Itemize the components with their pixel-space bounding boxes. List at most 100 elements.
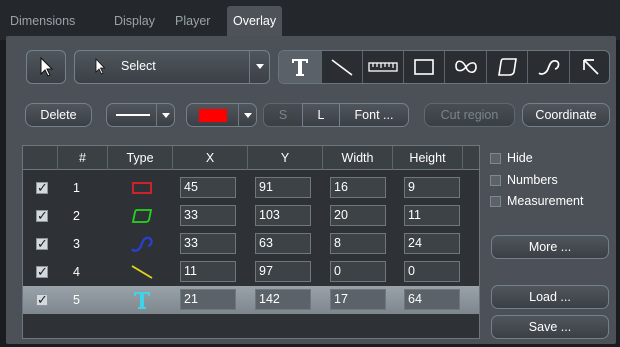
- color-dropdown[interactable]: [186, 103, 257, 127]
- header-checkbox-col: [23, 146, 58, 170]
- line-icon: [125, 261, 159, 283]
- height-field[interactable]: 9: [404, 177, 460, 198]
- rectangle-icon: [125, 177, 159, 199]
- width-field[interactable]: 0: [330, 261, 386, 282]
- header-width[interactable]: Width: [323, 146, 393, 170]
- measurement-label: Measurement: [507, 194, 584, 208]
- header-number[interactable]: #: [58, 146, 108, 170]
- ruler-tool-button[interactable]: [363, 51, 404, 83]
- save-button[interactable]: Save ...: [491, 315, 609, 339]
- header-height[interactable]: Height: [393, 146, 463, 170]
- numbers-checkbox[interactable]: [490, 175, 501, 186]
- arrow-tool-button[interactable]: [570, 51, 611, 83]
- open-curve-tool-icon: [537, 59, 559, 75]
- row-visible-checkbox[interactable]: [36, 236, 48, 252]
- rectangle-tool-button[interactable]: [404, 51, 445, 83]
- tab-player[interactable]: Player: [169, 6, 216, 36]
- line-style-preview: [116, 114, 150, 116]
- delete-button[interactable]: Delete: [25, 103, 92, 127]
- more-button[interactable]: More ...: [491, 235, 609, 259]
- color-swatch: [199, 109, 227, 122]
- row-visible-checkbox[interactable]: [36, 292, 48, 308]
- width-field[interactable]: 16: [330, 177, 386, 198]
- closed-curve-tool-icon: [454, 60, 477, 74]
- x-field[interactable]: 33: [180, 205, 236, 226]
- font-size-large-button[interactable]: L: [302, 103, 340, 127]
- load-button[interactable]: Load ...: [491, 285, 609, 309]
- line-tool-icon: [331, 59, 353, 76]
- table-row[interactable]: 2 33 103 20 11: [23, 202, 479, 230]
- width-field[interactable]: 17: [330, 289, 386, 310]
- numbers-label: Numbers: [507, 173, 558, 187]
- table-row[interactable]: 3 33 63 8 24: [23, 230, 479, 258]
- coordinate-button[interactable]: Coordinate: [522, 103, 610, 127]
- text-tool-button[interactable]: [279, 51, 322, 83]
- chevron-down-icon: [256, 64, 264, 69]
- hide-label: Hide: [507, 151, 533, 165]
- height-field[interactable]: 24: [404, 233, 460, 254]
- font-size-small-button[interactable]: S: [263, 103, 303, 127]
- x-field[interactable]: 33: [180, 233, 236, 254]
- row-number: 3: [73, 237, 80, 251]
- height-field[interactable]: 0: [404, 261, 460, 282]
- table-row-selected[interactable]: 5 21 142 17 64: [23, 286, 479, 314]
- y-field[interactable]: 63: [255, 233, 311, 254]
- height-field[interactable]: 64: [404, 289, 460, 310]
- dropdown-arrow-segment: [249, 51, 269, 83]
- chevron-down-icon: [162, 113, 170, 118]
- width-field[interactable]: 8: [330, 233, 386, 254]
- tab-dimensions[interactable]: Dimensions: [4, 6, 81, 36]
- overlay-panel-window: Dimensions Display Player Overlay Select: [0, 0, 620, 347]
- font-button[interactable]: Font ...: [339, 103, 409, 127]
- ruler-tool-icon: [368, 62, 398, 72]
- closed-curve-tool-button[interactable]: [445, 51, 487, 83]
- polygon-tool-icon: [498, 58, 517, 76]
- select-label: Select: [121, 59, 156, 73]
- cut-region-button[interactable]: Cut region: [424, 103, 515, 127]
- header-y[interactable]: Y: [248, 146, 323, 170]
- curve-icon: [125, 233, 159, 255]
- hide-checkbox[interactable]: [490, 153, 501, 164]
- x-field[interactable]: 11: [180, 261, 236, 282]
- text-tool-icon: [292, 59, 308, 76]
- x-field[interactable]: 45: [180, 177, 236, 198]
- table-header: # Type X Y Width Height: [23, 146, 479, 170]
- header-type[interactable]: Type: [108, 146, 173, 170]
- y-field[interactable]: 91: [255, 177, 311, 198]
- polygon-icon: [125, 205, 159, 227]
- text-icon: [125, 289, 159, 311]
- line-style-dropdown[interactable]: [106, 103, 175, 127]
- row-visible-checkbox[interactable]: [36, 264, 48, 280]
- row-number: 5: [73, 293, 80, 307]
- row-visible-checkbox[interactable]: [36, 180, 48, 196]
- rectangle-tool-icon: [414, 59, 434, 75]
- width-field[interactable]: 20: [330, 205, 386, 226]
- overlay-table: # Type X Y Width Height 1 45 91 16 9 2: [22, 145, 480, 339]
- line-tool-button[interactable]: [322, 51, 363, 83]
- pointer-tool-button[interactable]: [26, 50, 66, 84]
- tab-bar: Dimensions Display Player Overlay: [0, 0, 620, 40]
- pointer-icon: [40, 56, 54, 77]
- pointer-icon: [95, 58, 106, 75]
- y-field[interactable]: 103: [255, 205, 311, 226]
- measurement-checkbox[interactable]: [490, 196, 501, 207]
- row-number: 2: [73, 209, 80, 223]
- dropdown-arrow-segment: [238, 104, 256, 126]
- table-row[interactable]: 1 45 91 16 9: [23, 174, 479, 202]
- header-x[interactable]: X: [173, 146, 248, 170]
- row-visible-checkbox[interactable]: [36, 208, 48, 224]
- table-row[interactable]: 4 11 97 0 0: [23, 258, 479, 286]
- polygon-tool-button[interactable]: [487, 51, 528, 83]
- open-curve-tool-button[interactable]: [528, 51, 570, 83]
- tab-display[interactable]: Display: [108, 6, 161, 36]
- dropdown-arrow-segment: [156, 104, 174, 126]
- y-field[interactable]: 142: [255, 289, 311, 310]
- row-number: 1: [73, 181, 80, 195]
- x-field[interactable]: 21: [180, 289, 236, 310]
- tab-overlay[interactable]: Overlay: [227, 6, 283, 36]
- drawing-tools-group: [278, 50, 610, 84]
- chevron-down-icon: [244, 113, 252, 118]
- y-field[interactable]: 97: [255, 261, 311, 282]
- select-dropdown[interactable]: Select: [74, 50, 270, 84]
- height-field[interactable]: 11: [404, 205, 460, 226]
